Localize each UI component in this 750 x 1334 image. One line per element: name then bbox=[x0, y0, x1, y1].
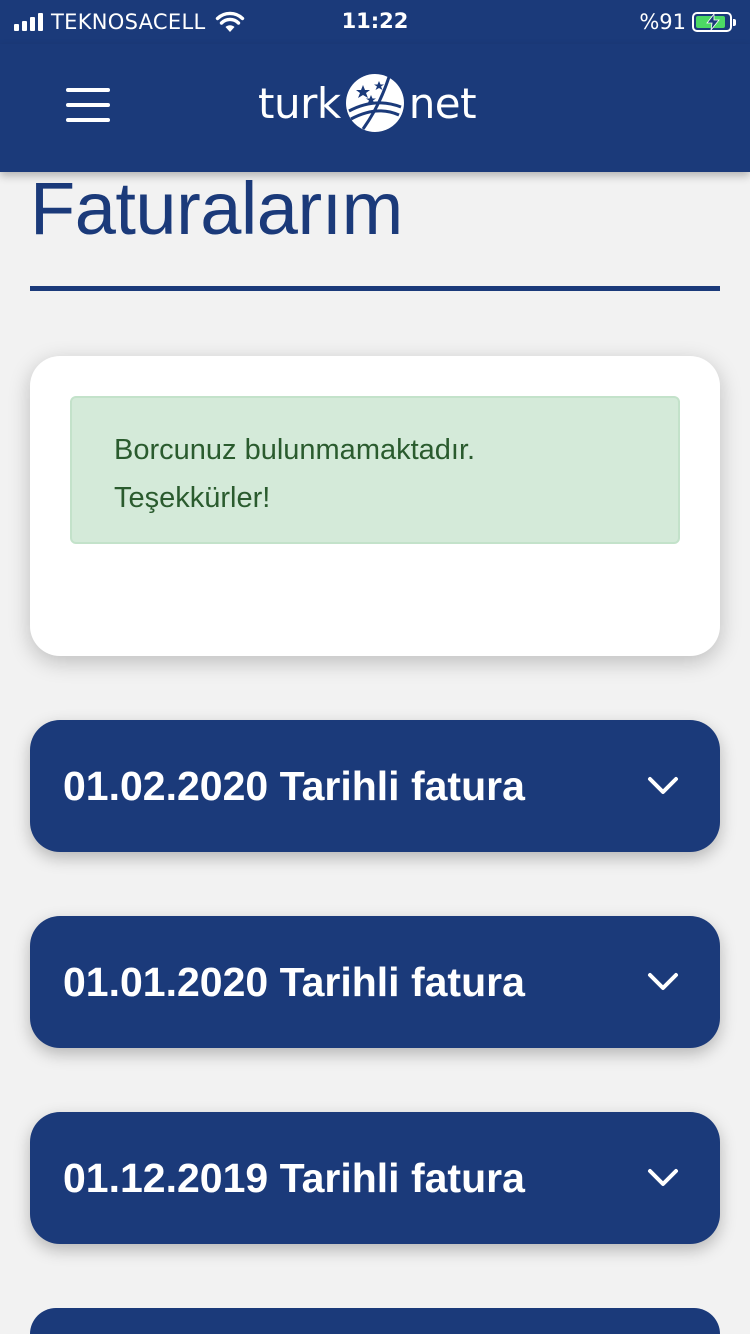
chevron-down-icon[interactable] bbox=[646, 1163, 680, 1193]
debt-status-card: Borcunuz bulunmamaktadır. Teşekkürler! bbox=[30, 356, 720, 656]
chevron-down-icon[interactable] bbox=[646, 771, 680, 801]
invoice-accordion-2019-12[interactable]: 01.12.2019 Tarihli fatura bbox=[30, 1112, 720, 1244]
status-right: %91 bbox=[639, 9, 736, 35]
success-alert: Borcunuz bulunmamaktadır. Teşekkürler! bbox=[70, 396, 680, 544]
thanks-message: Teşekkürler! bbox=[114, 482, 271, 514]
logo-text-turk: turk bbox=[258, 78, 341, 128]
turknet-logo[interactable]: turk net bbox=[258, 68, 494, 138]
charging-bolt-icon bbox=[706, 14, 720, 30]
invoice-accordion-partial[interactable] bbox=[30, 1308, 720, 1334]
hamburger-menu-icon[interactable] bbox=[66, 88, 110, 126]
invoice-date-label: 01.12.2019 Tarihli fatura bbox=[63, 1155, 525, 1201]
invoice-accordion-2020-02[interactable]: 01.02.2020 Tarihli fatura bbox=[30, 720, 720, 852]
app-header: turk net bbox=[0, 44, 750, 172]
invoice-date-label: 01.01.2020 Tarihli fatura bbox=[63, 959, 525, 1005]
title-divider bbox=[30, 286, 720, 291]
battery-percentage: %91 bbox=[639, 10, 686, 34]
chevron-down-icon[interactable] bbox=[646, 967, 680, 997]
battery-icon bbox=[692, 12, 736, 32]
invoice-date-label: 01.02.2020 Tarihli fatura bbox=[63, 763, 525, 809]
debt-status-message: Borcunuz bulunmamaktadır. bbox=[114, 434, 476, 466]
logo-text-net: net bbox=[408, 78, 477, 128]
globe-icon bbox=[345, 74, 404, 132]
status-time: 11:22 bbox=[341, 9, 409, 33]
status-bar: TEKNOSACELL 11:22 %91 bbox=[0, 0, 750, 44]
battery-level bbox=[696, 14, 726, 30]
invoice-accordion-2020-01[interactable]: 01.01.2020 Tarihli fatura bbox=[30, 916, 720, 1048]
page-title: Faturalarım bbox=[30, 167, 403, 250]
